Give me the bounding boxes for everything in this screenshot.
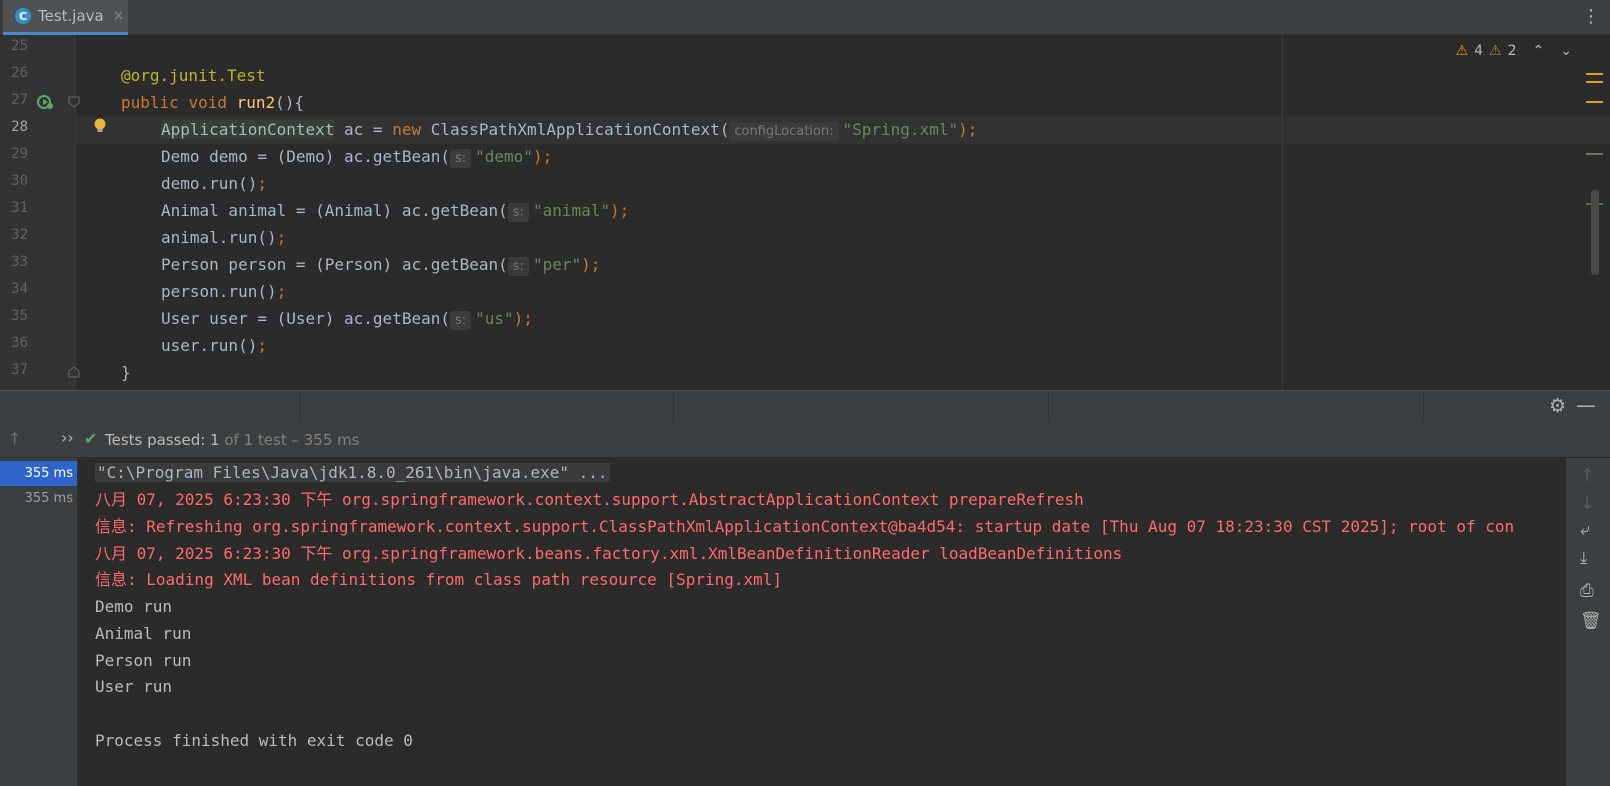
line-number: 25 bbox=[11, 38, 28, 54]
test-results-tree: 355 ms 355 ms bbox=[0, 458, 78, 786]
up-stack-trace-icon[interactable]: ↑ bbox=[1580, 466, 1594, 486]
test-tree-row-root[interactable]: 355 ms bbox=[0, 461, 77, 486]
code-line-36: user.run(); bbox=[161, 336, 267, 355]
parameter-hint: configLocation: bbox=[729, 122, 839, 141]
lightbulb-icon[interactable] bbox=[93, 117, 107, 135]
run-test-icon[interactable] bbox=[36, 93, 54, 111]
code-line-35: User user = (User) ac.getBean(s: "us"); bbox=[161, 309, 533, 330]
code-line-33: Person person = (Person) ac.getBean(s: "p… bbox=[161, 255, 601, 276]
expand-toolbar-icon[interactable]: ›› bbox=[61, 428, 74, 447]
console-output-line: Demo run bbox=[95, 597, 173, 616]
line-number: 27 bbox=[11, 92, 28, 108]
more-options-icon[interactable]: ⋮ bbox=[1582, 6, 1600, 28]
warning-stripe[interactable] bbox=[1586, 73, 1603, 75]
header-divider bbox=[673, 391, 674, 423]
hide-panel-icon[interactable]: — bbox=[1576, 393, 1596, 417]
line-number: 36 bbox=[11, 335, 28, 351]
next-problem-icon[interactable]: ⌄ bbox=[1560, 43, 1572, 59]
line-number: 30 bbox=[11, 173, 28, 189]
previous-problem-icon[interactable]: ⌃ bbox=[1533, 43, 1545, 59]
console-command-line[interactable]: "C:\Program Files\Java\jdk1.8.0_261\bin\… bbox=[95, 463, 610, 483]
test-tree-row[interactable]: 355 ms bbox=[0, 486, 77, 511]
weak-warning-count: 2 bbox=[1507, 43, 1517, 59]
console-output-line: Person run bbox=[95, 651, 192, 670]
line-number: 32 bbox=[11, 227, 28, 243]
line-number: 29 bbox=[11, 146, 28, 162]
editor-tab-bar: C Test.java × ⋮ bbox=[0, 0, 1610, 35]
console-toolbar: ↑ ↓ ⤶ ⤓ ⎙ 🗑 bbox=[1566, 458, 1610, 786]
code-line-30: demo.run(); bbox=[161, 174, 267, 193]
weak-warning-icon: ⚠ bbox=[1489, 43, 1502, 59]
line-number: 26 bbox=[11, 65, 28, 81]
warning-stripe[interactable] bbox=[1586, 81, 1603, 83]
line-number: 34 bbox=[11, 281, 28, 297]
console-output[interactable]: "C:\Program Files\Java\jdk1.8.0_261\bin\… bbox=[78, 458, 1566, 786]
code-line-29: Demo demo = (Demo) ac.getBean(s: "demo"); bbox=[161, 147, 553, 168]
header-divider bbox=[1423, 391, 1424, 423]
test-status-text: Tests passed: 1 of 1 test – 355 ms bbox=[105, 431, 360, 449]
close-tab-icon[interactable]: × bbox=[113, 8, 125, 24]
console-log-line: 八月 07, 2025 6:23:30 下午 org.springframewo… bbox=[95, 490, 1084, 509]
scroll-to-end-icon[interactable]: ⤓ bbox=[1580, 548, 1588, 568]
editor-scrollbar[interactable] bbox=[1591, 190, 1599, 275]
right-margin-guide bbox=[1282, 35, 1283, 390]
line-number: 35 bbox=[11, 308, 28, 324]
warning-count: 4 bbox=[1474, 43, 1484, 59]
java-class-icon: C bbox=[15, 8, 31, 24]
parameter-hint: s: bbox=[507, 203, 529, 222]
tab-filename: Test.java bbox=[38, 7, 104, 25]
warning-icon: ⚠ bbox=[1455, 43, 1469, 59]
parameter-hint: s: bbox=[449, 149, 472, 168]
line-number: 37 bbox=[11, 362, 28, 378]
settings-gear-icon[interactable]: ⚙ bbox=[1549, 395, 1566, 417]
console-output-line: Animal run bbox=[95, 624, 192, 643]
header-divider bbox=[299, 391, 300, 423]
parameter-hint: s: bbox=[449, 311, 472, 330]
clear-all-trash-icon[interactable]: 🗑 bbox=[1580, 611, 1602, 631]
code-line-27: public void run2(){ bbox=[121, 93, 305, 112]
fold-icon[interactable] bbox=[68, 96, 80, 108]
parameter-hint: s: bbox=[507, 257, 529, 276]
console-log-line: 八月 07, 2025 6:23:30 下午 org.springframewo… bbox=[95, 544, 1123, 563]
down-stack-trace-icon[interactable]: ↓ bbox=[1580, 494, 1594, 514]
console-log-line: 信息: Loading XML bean definitions from cl… bbox=[95, 570, 783, 589]
line-number-gutter: 25 26 27 28 29 30 31 32 33 34 35 36 37 bbox=[0, 35, 106, 390]
header-divider bbox=[1048, 391, 1049, 423]
code-line-28: ApplicationContext ac = new ClassPathXml… bbox=[161, 120, 978, 141]
code-line-37: } bbox=[121, 363, 131, 382]
tests-passed-check-icon: ✔ bbox=[84, 429, 98, 448]
code-line-34: person.run(); bbox=[161, 282, 287, 301]
previous-failed-test-icon[interactable]: ↑ bbox=[8, 429, 21, 448]
test-status-bar: ↑ ›› ✔ Tests passed: 1 of 1 test – 355 m… bbox=[0, 422, 1610, 458]
code-line-26: @org.junit.Test bbox=[121, 66, 266, 85]
code-line-32: animal.run(); bbox=[161, 228, 287, 247]
warning-stripe[interactable] bbox=[1586, 101, 1603, 103]
console-log-line: 信息: Refreshing org.springframework.conte… bbox=[95, 517, 1515, 536]
code-line-31: Animal animal = (Animal) ac.getBean(s: "a… bbox=[161, 201, 630, 222]
line-number: 33 bbox=[11, 254, 28, 270]
code-editor[interactable]: 25 26 27 28 29 30 31 32 33 34 35 36 37 @… bbox=[0, 35, 1610, 390]
fold-end-icon[interactable] bbox=[68, 366, 80, 378]
run-tool-window-header: ⚙ — bbox=[0, 390, 1610, 423]
line-number: 31 bbox=[11, 200, 28, 216]
console-exit-line: Process finished with exit code 0 bbox=[95, 731, 413, 750]
soft-wrap-icon[interactable]: ⤶ bbox=[1580, 520, 1590, 540]
tab-test-java[interactable]: C Test.java × bbox=[3, 0, 128, 35]
problems-indicator[interactable]: ⚠ 4 ⚠ 2 ⌃ ⌄ bbox=[1456, 43, 1572, 59]
print-icon[interactable]: ⎙ bbox=[1580, 581, 1594, 601]
console-output-line: User run bbox=[95, 677, 173, 696]
line-number: 28 bbox=[11, 119, 28, 135]
weak-warning-stripe[interactable] bbox=[1586, 153, 1603, 155]
